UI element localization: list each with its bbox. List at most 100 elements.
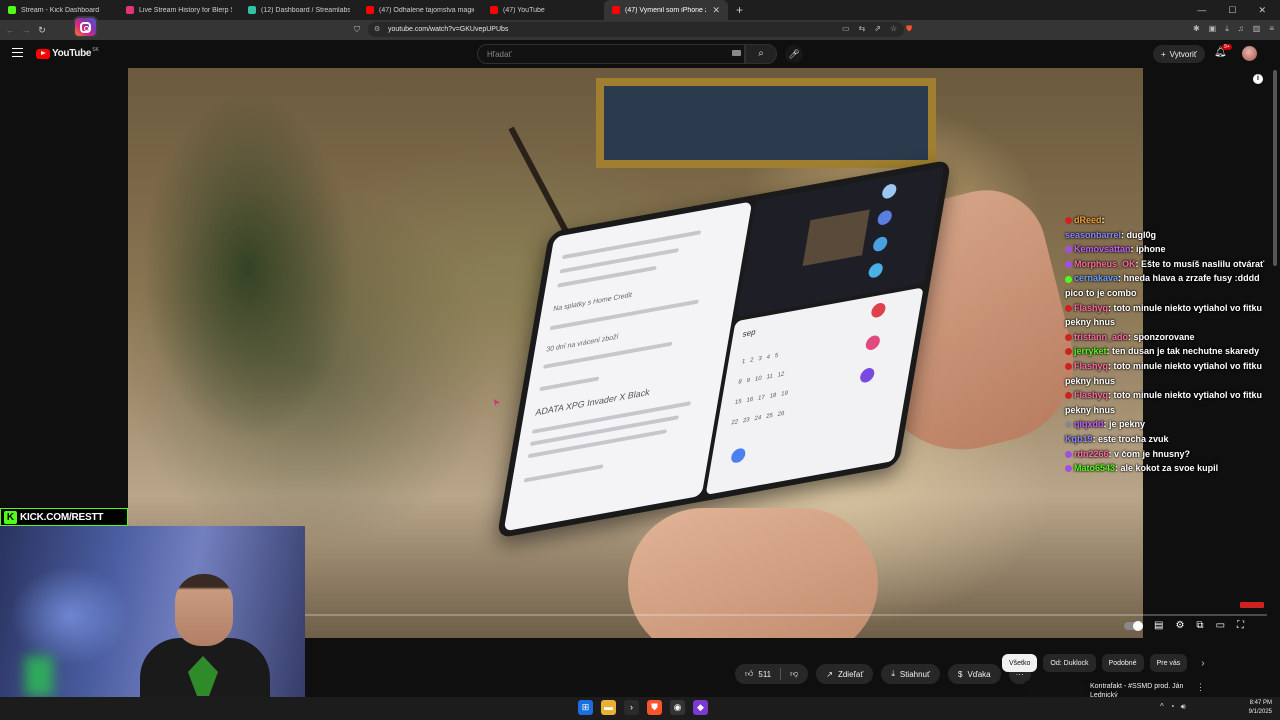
create-label: Vytvoriť xyxy=(1169,49,1197,59)
streamer-head xyxy=(175,574,233,646)
subtitles-icon[interactable]: ▤ xyxy=(1154,620,1163,631)
miniplayer-icon[interactable]: ⧉ xyxy=(1196,620,1203,631)
volume-icon[interactable]: 🔊︎ xyxy=(1181,702,1186,712)
kick-url: KICK.COM/RESTT xyxy=(20,511,104,523)
phone-search-text: sep xyxy=(742,327,757,339)
taskbar-clock[interactable]: 8:47 PM 9/1/2025 xyxy=(1230,699,1272,717)
menu-icon[interactable]: ≡ xyxy=(1269,24,1274,34)
share-page-icon[interactable]: ⇗ xyxy=(874,24,881,34)
filter-chip[interactable]: Od: Duklock xyxy=(1043,654,1096,672)
maximize-icon[interactable]: ☐ xyxy=(1228,5,1236,16)
tray-expand-icon[interactable]: ^ xyxy=(1160,702,1164,712)
tab-favicon-icon xyxy=(248,6,256,14)
reload-icon[interactable]: ↻ xyxy=(34,25,50,36)
chat-message: Morpheus_OK: Ešte to musíš naslilu otvár… xyxy=(1065,257,1275,272)
country-code: SK xyxy=(92,46,99,53)
browser-tab-bar: Stream - Kick Dashboard Live Stream Histo… xyxy=(0,0,1280,20)
sidebar-icon[interactable]: ▥ xyxy=(1253,24,1261,34)
kick-logo-icon: K xyxy=(4,510,17,524)
minimize-icon[interactable]: — xyxy=(1197,5,1206,16)
thanks-button[interactable]: $ Vďaka xyxy=(948,664,1001,684)
hamburger-menu-icon[interactable] xyxy=(12,48,23,57)
like-count[interactable]: 511 xyxy=(758,670,771,679)
theater-mode-icon[interactable]: ▭ xyxy=(1216,620,1225,631)
info-icon[interactable]: i xyxy=(1253,74,1263,84)
tab-label: (47) Odhalene tajomstva magie a k... xyxy=(379,6,474,14)
network-icon[interactable]: ◔ xyxy=(1170,702,1175,712)
translate-icon[interactable]: ⇆ xyxy=(859,24,866,34)
recommended-more-icon[interactable]: ⋮ xyxy=(1196,682,1205,693)
chat-badge-icon xyxy=(1065,421,1072,429)
browser-tab[interactable]: Stream - Kick Dashboard xyxy=(0,0,118,20)
brave-browser-icon[interactable]: ⛊ xyxy=(647,700,662,715)
create-button[interactable]: + Vytvoriť xyxy=(1153,45,1205,63)
chat-message: cernakava: hneda hlava a zrzafe fusy :dd… xyxy=(1065,273,1260,298)
cast-icon[interactable]: ▭ xyxy=(842,24,850,34)
player-controls: ▤ ⚙ ⧉ ▭ ⛶ xyxy=(1124,620,1244,631)
youtube-logo[interactable]: YouTube SK xyxy=(36,46,99,59)
chat-badge-icon xyxy=(1065,348,1072,356)
filter-chip[interactable]: Všetko xyxy=(1002,654,1038,672)
url-field[interactable]: ⚙ youtube.com/watch?v=GKUvepUPUbs xyxy=(368,22,904,37)
share-label: Zdieľať xyxy=(837,669,864,679)
avatar[interactable] xyxy=(1242,46,1257,61)
brave-shield-icon[interactable]: ⛊ xyxy=(906,24,912,34)
chat-badge-icon xyxy=(1065,450,1072,458)
wallet-icon[interactable]: ▣ xyxy=(1209,24,1217,34)
filter-chip[interactable]: Pre vás xyxy=(1149,654,1188,672)
url-actions: ▭ ⇆ ⇗ ☆ ⛊ xyxy=(842,24,912,34)
chips-next-icon[interactable]: › xyxy=(1201,658,1204,669)
browser-tab[interactable]: (47) YouTube xyxy=(482,0,604,20)
filter-chip[interactable]: Podobné xyxy=(1101,654,1144,672)
autoplay-toggle[interactable] xyxy=(1124,620,1143,631)
foldable-phone: Na splatky s Home Credit 30 dní na vráce… xyxy=(496,159,952,539)
share-button[interactable]: ↗ Zdieľať xyxy=(816,664,874,684)
settings-gear-icon[interactable]: ⚙ xyxy=(1175,620,1184,631)
subscribe-watermark xyxy=(1240,602,1264,608)
voice-search-icon[interactable]: 🎤︎ xyxy=(785,45,803,63)
browser-tab[interactable]: (12) Dashboard / Streamlabs xyxy=(240,0,358,20)
file-explorer-icon[interactable]: ▬ xyxy=(601,700,616,715)
chat-text: je pekny xyxy=(1109,419,1146,430)
new-tab-button[interactable]: + xyxy=(728,3,751,17)
close-window-icon[interactable]: ✕ xyxy=(1258,5,1266,16)
terminal-icon[interactable]: › xyxy=(624,700,639,715)
chat-message: rdn2266: v čom je hnusny? xyxy=(1065,447,1275,462)
browser-tab[interactable]: (47) Odhalene tajomstva magie a k... xyxy=(358,0,482,20)
download-label: Stiahnuť xyxy=(899,669,930,679)
site-info-icon[interactable]: ⚙ xyxy=(374,25,380,33)
forward-icon[interactable]: → xyxy=(18,25,34,35)
chat-username: Flashyq xyxy=(1074,390,1109,401)
windows-taskbar: ⊞ ▬ › ⛊ ◉ ◆ ^ ◔ 🔊︎ 8:47 PM 9/1/2025 xyxy=(0,697,1280,720)
phone-line-1: Na splatky s Home Credit xyxy=(552,291,633,314)
windows-start-icon[interactable]: ⊞ xyxy=(578,700,593,715)
bookmark-icon[interactable]: ⛉ xyxy=(354,25,360,35)
clock-date: 9/1/2025 xyxy=(1248,709,1272,715)
browser-tab[interactable]: (47) Vymenil som iPhone za F...✕ xyxy=(604,0,728,20)
extensions-icon[interactable]: ✱ xyxy=(1193,24,1200,34)
search-button[interactable]: ⌕ xyxy=(745,44,777,64)
browser-tab[interactable]: Live Stream History for Blerp Shares xyxy=(118,0,240,20)
obs-icon[interactable]: ◉ xyxy=(670,700,685,715)
like-icon[interactable]: 👍︎ xyxy=(745,669,753,679)
close-tab-icon[interactable]: ✕ xyxy=(706,5,720,16)
streamer-webcam xyxy=(0,526,305,720)
streaming-app-icon[interactable]: ◆ xyxy=(693,700,708,715)
chat-username: dReed xyxy=(1074,215,1102,225)
media-icon[interactable]: ♫ xyxy=(1238,24,1244,34)
address-bar-row: ← → ↻ ⛉ ⚙ youtube.com/watch?v=GKUvepUPUb… xyxy=(0,20,1280,40)
tab-label: (12) Dashboard / Streamlabs xyxy=(261,6,350,14)
keyboard-icon[interactable] xyxy=(732,50,741,56)
download-icon[interactable]: ⤓ xyxy=(1225,24,1229,34)
video-progress-bar[interactable] xyxy=(305,614,1267,616)
extensions-area: ✱ ▣ ⤓ ♫ ▥ ≡ xyxy=(1193,24,1274,34)
share-icon: ↗ xyxy=(826,669,833,679)
window-controls: — ☐ ✕ xyxy=(1197,5,1280,16)
search-input[interactable]: Hľadať xyxy=(477,44,745,64)
download-button[interactable]: ⤓ Stiahnuť xyxy=(881,664,940,684)
chat-badge-icon xyxy=(1065,363,1072,371)
star-icon[interactable]: ☆ xyxy=(890,24,897,34)
back-icon[interactable]: ← xyxy=(2,25,18,35)
fullscreen-icon[interactable]: ⛶ xyxy=(1237,620,1244,631)
dislike-icon[interactable]: 👎︎ xyxy=(790,669,798,679)
